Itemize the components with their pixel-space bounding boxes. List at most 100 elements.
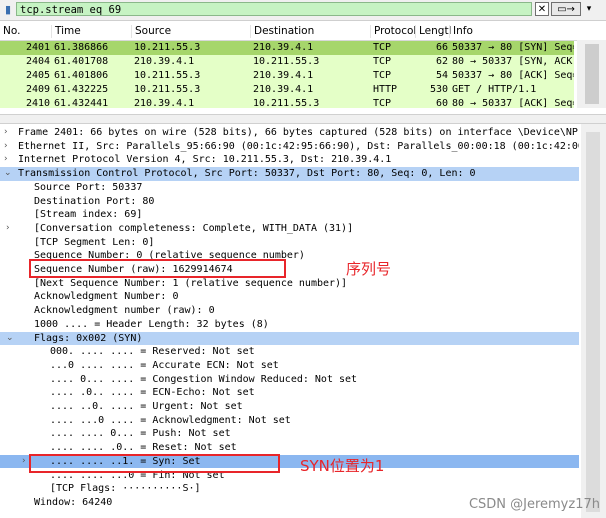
apply-filter-button[interactable]: ▭→ [551,2,581,16]
scrollbar-thumb[interactable] [586,132,600,512]
packet-cell-src: 210.39.4.1 [134,98,195,108]
detail-tree-text: Ethernet II, Src: Parallels_95:66:90 (00… [18,140,579,152]
packet-cell-no: 2401 [26,42,50,53]
sequence-raw-highlight-box [29,259,286,278]
detail-tree-item[interactable]: [Next Sequence Number: 1 (relative seque… [0,277,579,291]
packet-cell-proto: TCP [373,42,392,53]
packet-list-scrollbar[interactable] [577,40,606,108]
detail-tree-item[interactable]: .... ...0 .... = Acknowledgment: Not set [0,414,579,428]
packet-row[interactable]: 2404 61.401708 210.39.4.1 10.211.55.3 TCP 62 8… [0,55,574,69]
detail-tree-item[interactable]: › [Conversation completeness: Complete, W… [0,222,579,236]
packet-cell-info: 80 → 50337 [ACK] Seq= [452,98,574,108]
packet-cell-len: 60 [435,98,448,108]
details-scrollbar[interactable] [581,124,606,518]
scrollbar-thumb[interactable] [585,44,599,104]
detail-tree-item[interactable]: › Ethernet II, Src: Parallels_95:66:90 (0… [0,140,579,154]
packet-cell-len: 62 [435,56,448,67]
packet-row[interactable]: 2409 61.432225 10.211.55.3 210.39.4.1 HTTP 53… [0,83,574,97]
packet-cell-time: 61.401806 [54,70,109,81]
packet-cell-dst: 10.211.55.3 [253,98,320,108]
detail-tree-item[interactable]: .... 0... .... = Congestion Window Reduc… [0,373,579,387]
detail-tree-text: ...0 .... .... = Accurate ECN: Not set [50,359,279,371]
detail-tree-text: Destination Port: 80 [34,195,155,207]
display-filter-input[interactable]: tcp.stream eq 69 [16,2,532,16]
detail-tree-item[interactable]: › Frame 2401: 66 bytes on wire (528 bits)… [0,126,579,140]
detail-tree-text: .... .0.. .... = ECN-Echo: Not set [50,387,255,399]
column-header-source[interactable]: Source [131,25,171,38]
display-filter-toolbar: ▮ tcp.stream eq 69 ✕ ▭→ ▾ [0,0,606,21]
detail-tree-item[interactable]: 1000 .... = Header Length: 32 bytes (8) [0,318,579,332]
packet-cell-dst: 210.39.4.1 [253,70,314,81]
detail-tree-item[interactable]: › Internet Protocol Version 4, Src: 10.21… [0,153,579,167]
packet-cell-dst: 10.211.55.3 [253,56,320,67]
detail-tree-item[interactable]: ...0 .... .... = Accurate ECN: Not set [0,359,579,373]
expand-arrow-icon[interactable]: › [4,126,8,140]
detail-tree-text: Frame 2401: 66 bytes on wire (528 bits),… [18,127,579,138]
detail-tree-item[interactable]: Acknowledgment Number: 0 [0,290,579,304]
packet-row[interactable]: 2401 61.386866 10.211.55.3 210.39.4.1 TCP 66 5… [0,41,574,55]
detail-tree-item[interactable]: 000. .... .... = Reserved: Not set [0,345,579,359]
detail-tree-item[interactable]: [Stream index: 69] [0,208,579,222]
detail-tree-text: Window: 64240 [34,496,113,508]
packet-list-pane: No. Time Source Destination Protocol Len… [0,22,606,108]
column-header-info[interactable]: Info [449,25,473,38]
pane-splitter[interactable] [0,114,606,124]
packet-cell-len: 530 [429,84,448,95]
packet-cell-proto: TCP [373,70,392,81]
packet-row[interactable]: 2410 61.432441 210.39.4.1 10.211.55.3 TCP 60 8… [0,97,574,108]
detail-tree-item[interactable]: ⌄ Transmission Control Protocol, Src Port… [0,167,579,181]
detail-tree-text: [TCP Segment Len: 0] [34,236,155,248]
detail-tree-item[interactable]: .... .... .0.. = Reset: Not set [0,441,579,455]
column-header-no[interactable]: No. [0,25,20,38]
packet-cell-proto: HTTP [373,84,398,95]
packet-cell-len: 54 [435,70,448,81]
detail-tree-text: 000. .... .... = Reserved: Not set [50,346,255,358]
syn-annotation: SYN位置为1 [300,457,385,475]
detail-tree-text: .... ..0. .... = Urgent: Not set [50,401,243,412]
detail-tree-item[interactable]: [TCP Flags: ··········S·] [0,482,579,496]
packet-cell-src: 210.39.4.1 [134,56,195,67]
detail-tree-item[interactable]: .... .0.. .... = ECN-Echo: Not set [0,386,579,400]
expand-arrow-icon[interactable]: › [6,222,10,236]
detail-tree-item[interactable]: .... .... 0... = Push: Not set [0,427,579,441]
detail-tree-text: [Next Sequence Number: 1 (relative seque… [34,277,348,289]
packet-cell-proto: TCP [373,56,392,67]
column-header-length[interactable]: Lengtl [415,25,451,38]
sequence-annotation: 序列号 [346,260,392,278]
packet-row[interactable]: 2405 61.401806 10.211.55.3 210.39.4.1 TCP 54 5… [0,69,574,83]
detail-tree-item[interactable]: Source Port: 50337 [0,181,579,195]
packet-cell-time: 61.432225 [54,84,109,95]
packet-cell-src: 10.211.55.3 [134,42,201,53]
watermark: CSDN @Jeremyz17h [468,497,600,512]
expand-arrow-icon[interactable]: › [4,153,8,167]
detail-tree-text: Flags: 0x002 (SYN) [34,332,143,344]
expand-arrow-icon[interactable]: › [22,455,26,469]
clear-filter-button[interactable]: ✕ [535,2,549,16]
detail-tree-text: [Stream index: 69] [34,209,143,221]
bookmark-icon[interactable]: ▮ [2,3,14,16]
filter-dropdown-icon[interactable]: ▾ [583,2,595,16]
collapse-arrow-icon[interactable]: ⌄ [4,167,12,181]
collapse-arrow-icon[interactable]: ⌄ [6,332,14,346]
detail-tree-item[interactable]: Acknowledgment number (raw): 0 [0,304,579,318]
detail-tree-text: Acknowledgment number (raw): 0 [34,305,215,317]
column-header-protocol[interactable]: Protocol [370,25,416,38]
expand-arrow-icon[interactable]: › [4,140,8,154]
detail-tree-text: [TCP Flags: ··········S·] [50,483,201,495]
packet-cell-len: 66 [435,42,448,53]
packet-cell-dst: 210.39.4.1 [253,84,314,95]
detail-tree-item[interactable]: Destination Port: 80 [0,195,579,209]
packet-cell-proto: TCP [373,98,392,108]
detail-tree-item[interactable]: ⌄ Flags: 0x002 (SYN) [0,331,579,346]
packet-cell-info: GET / HTTP/1.1 [452,84,537,95]
detail-tree-item[interactable]: .... ..0. .... = Urgent: Not set [0,400,579,414]
column-header-time[interactable]: Time [51,25,81,38]
detail-tree-item[interactable]: [TCP Segment Len: 0] [0,236,579,250]
detail-tree-text: .... .... 0... = Push: Not set [50,428,231,440]
packet-cell-info: 80 → 50337 [SYN, ACK] [452,56,574,67]
column-header-destination[interactable]: Destination [250,25,314,38]
packet-cell-time: 61.386866 [54,42,109,53]
packet-cell-info: 50337 → 80 [ACK] Seq= [452,70,574,81]
detail-tree-text: 1000 .... = Header Length: 32 bytes (8) [34,318,269,330]
packet-cell-src: 10.211.55.3 [134,84,201,95]
